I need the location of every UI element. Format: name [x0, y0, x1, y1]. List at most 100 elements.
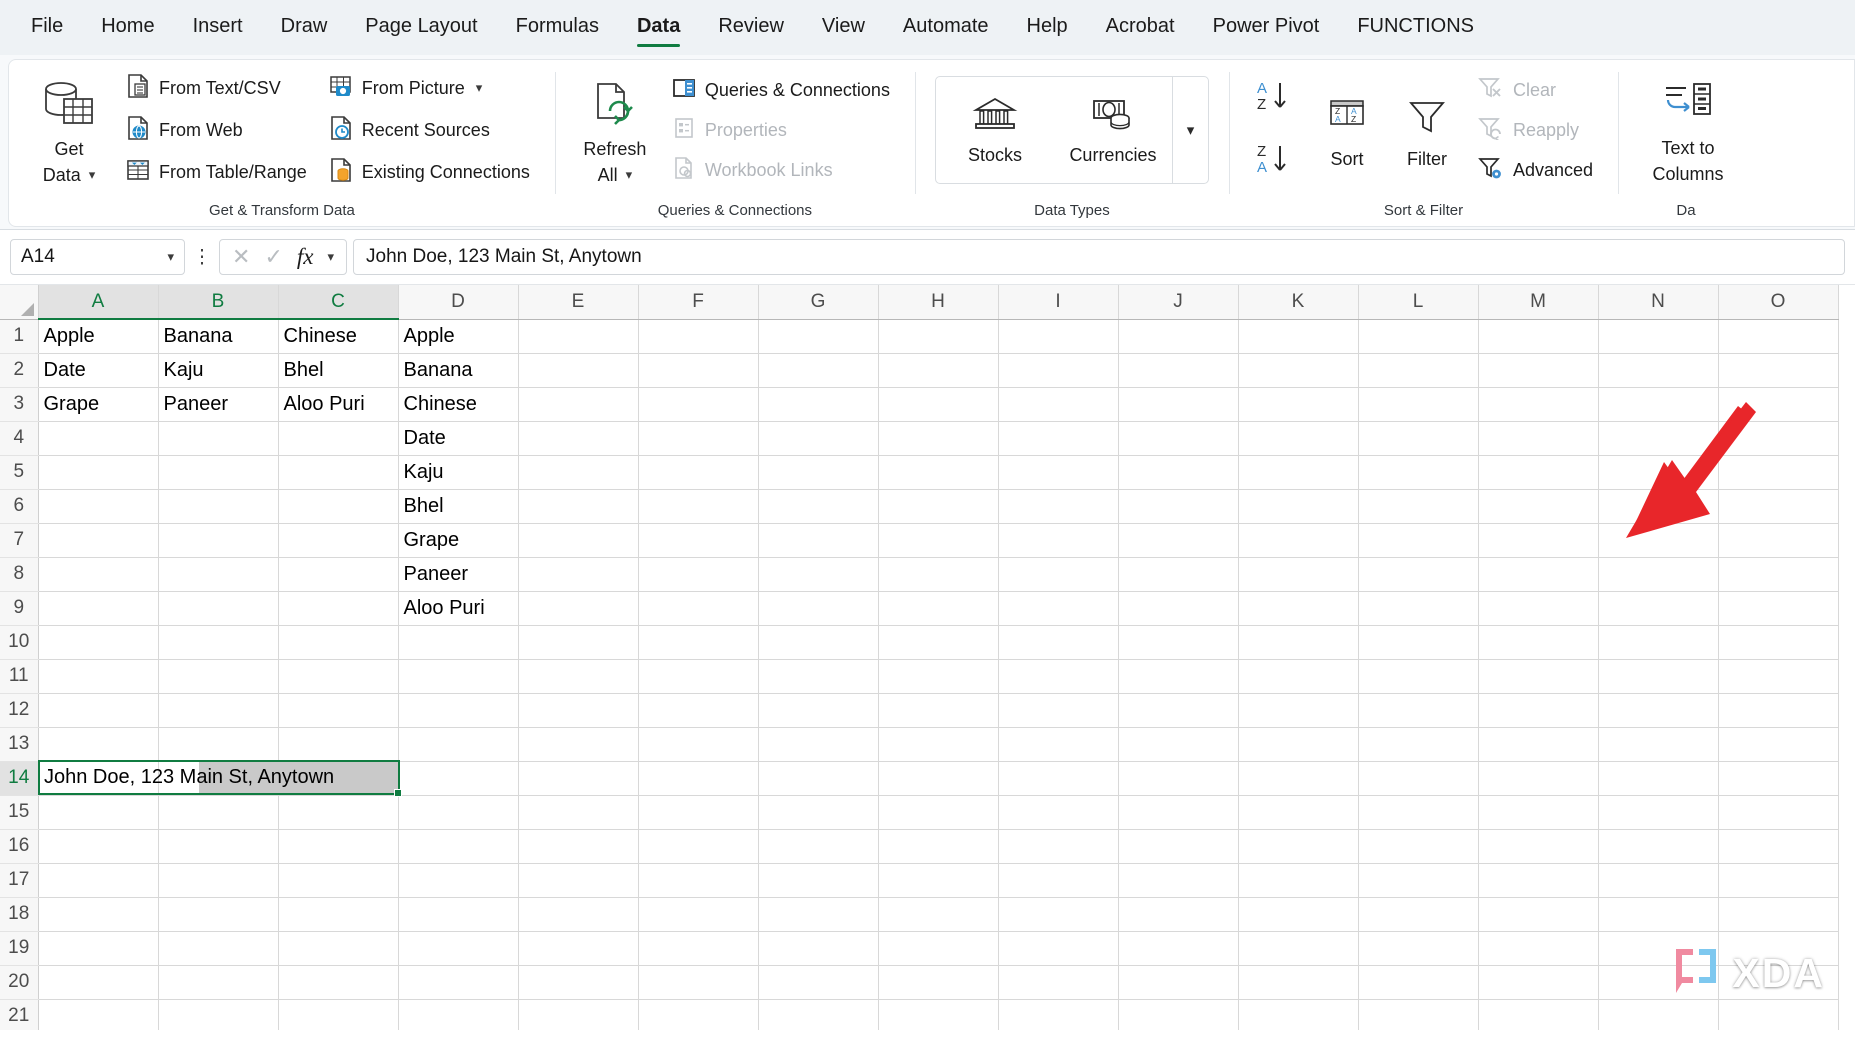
cell-n10[interactable] — [1598, 625, 1719, 660]
cell-d14[interactable] — [398, 761, 519, 796]
data-types-more-button[interactable]: ▾ — [1171, 77, 1208, 183]
cell-h13[interactable] — [878, 727, 999, 762]
existing-connections-button[interactable]: Existing Connections — [322, 154, 537, 191]
cell-n19[interactable] — [1598, 931, 1719, 966]
row-header-20[interactable]: 20 — [0, 965, 39, 1000]
cell-m5[interactable] — [1478, 455, 1599, 490]
cell-k19[interactable] — [1238, 931, 1359, 966]
cell-k10[interactable] — [1238, 625, 1359, 660]
cell-k11[interactable] — [1238, 659, 1359, 694]
cell-j20[interactable] — [1118, 965, 1239, 1000]
column-header-a[interactable]: A — [38, 285, 159, 320]
cell-i12[interactable] — [998, 693, 1119, 728]
cell-m14[interactable] — [1478, 761, 1599, 796]
cell-j1[interactable] — [1118, 319, 1239, 354]
cell-b12[interactable] — [158, 693, 279, 728]
cell-o12[interactable] — [1718, 693, 1839, 728]
cell-e12[interactable] — [518, 693, 639, 728]
cell-l13[interactable] — [1358, 727, 1479, 762]
cell-k12[interactable] — [1238, 693, 1359, 728]
cell-e18[interactable] — [518, 897, 639, 932]
cell-m4[interactable] — [1478, 421, 1599, 456]
cell-o20[interactable] — [1718, 965, 1839, 1000]
cell-d9[interactable]: Aloo Puri — [398, 591, 519, 626]
cell-f15[interactable] — [638, 795, 759, 830]
tab-insert[interactable]: Insert — [174, 7, 262, 48]
cell-f7[interactable] — [638, 523, 759, 558]
cell-n11[interactable] — [1598, 659, 1719, 694]
cell-c16[interactable] — [278, 829, 399, 864]
cell-i13[interactable] — [998, 727, 1119, 762]
row-header-6[interactable]: 6 — [0, 489, 39, 524]
cell-g14[interactable] — [758, 761, 879, 796]
row-header-3[interactable]: 3 — [0, 387, 39, 422]
cell-f14[interactable] — [638, 761, 759, 796]
cell-h9[interactable] — [878, 591, 999, 626]
cell-c7[interactable] — [278, 523, 399, 558]
row-header-14[interactable]: 14 — [0, 761, 39, 796]
cell-k4[interactable] — [1238, 421, 1359, 456]
column-header-j[interactable]: J — [1118, 285, 1239, 320]
cell-j8[interactable] — [1118, 557, 1239, 592]
cell-f20[interactable] — [638, 965, 759, 1000]
cell-b13[interactable] — [158, 727, 279, 762]
row-header-21[interactable]: 21 — [0, 999, 39, 1030]
cell-f6[interactable] — [638, 489, 759, 524]
cell-b19[interactable] — [158, 931, 279, 966]
cell-d3[interactable]: Chinese — [398, 387, 519, 422]
cell-j6[interactable] — [1118, 489, 1239, 524]
cell-c6[interactable] — [278, 489, 399, 524]
cell-i14[interactable] — [998, 761, 1119, 796]
cell-n17[interactable] — [1598, 863, 1719, 898]
cell-i3[interactable] — [998, 387, 1119, 422]
cell-a10[interactable] — [38, 625, 159, 660]
cell-m13[interactable] — [1478, 727, 1599, 762]
chevron-down-icon[interactable]: ▾ — [626, 164, 633, 186]
cell-d11[interactable] — [398, 659, 519, 694]
row-header-9[interactable]: 9 — [0, 591, 39, 626]
cell-c5[interactable] — [278, 455, 399, 490]
cell-e14[interactable] — [518, 761, 639, 796]
cell-a15[interactable] — [38, 795, 159, 830]
cell-k6[interactable] — [1238, 489, 1359, 524]
cell-a7[interactable] — [38, 523, 159, 558]
cell-a5[interactable] — [38, 455, 159, 490]
row-header-13[interactable]: 13 — [0, 727, 39, 762]
cell-l18[interactable] — [1358, 897, 1479, 932]
cell-e8[interactable] — [518, 557, 639, 592]
cell-f3[interactable] — [638, 387, 759, 422]
from-text-csv-button[interactable]: From Text/CSV — [119, 70, 314, 107]
cell-c12[interactable] — [278, 693, 399, 728]
cell-n6[interactable] — [1598, 489, 1719, 524]
cell-l9[interactable] — [1358, 591, 1479, 626]
tab-automate[interactable]: Automate — [884, 7, 1008, 48]
cell-c10[interactable] — [278, 625, 399, 660]
filter-button[interactable]: Filter — [1387, 91, 1467, 170]
cell-a4[interactable] — [38, 421, 159, 456]
cell-k16[interactable] — [1238, 829, 1359, 864]
cell-b14[interactable] — [158, 761, 279, 796]
cell-b9[interactable] — [158, 591, 279, 626]
cell-n9[interactable] — [1598, 591, 1719, 626]
cell-j5[interactable] — [1118, 455, 1239, 490]
cell-a18[interactable] — [38, 897, 159, 932]
cell-e16[interactable] — [518, 829, 639, 864]
cell-d12[interactable] — [398, 693, 519, 728]
cell-g20[interactable] — [758, 965, 879, 1000]
cell-e1[interactable] — [518, 319, 639, 354]
cell-e6[interactable] — [518, 489, 639, 524]
cell-f19[interactable] — [638, 931, 759, 966]
cell-k15[interactable] — [1238, 795, 1359, 830]
cell-g3[interactable] — [758, 387, 879, 422]
cell-n2[interactable] — [1598, 353, 1719, 388]
cell-b5[interactable] — [158, 455, 279, 490]
cell-g21[interactable] — [758, 999, 879, 1030]
cell-n14[interactable] — [1598, 761, 1719, 796]
cell-h17[interactable] — [878, 863, 999, 898]
cell-j11[interactable] — [1118, 659, 1239, 694]
cell-g10[interactable] — [758, 625, 879, 660]
cell-j15[interactable] — [1118, 795, 1239, 830]
column-header-n[interactable]: N — [1598, 285, 1719, 320]
refresh-all-button[interactable]: Refresh All ▾ — [569, 75, 661, 186]
cell-d16[interactable] — [398, 829, 519, 864]
